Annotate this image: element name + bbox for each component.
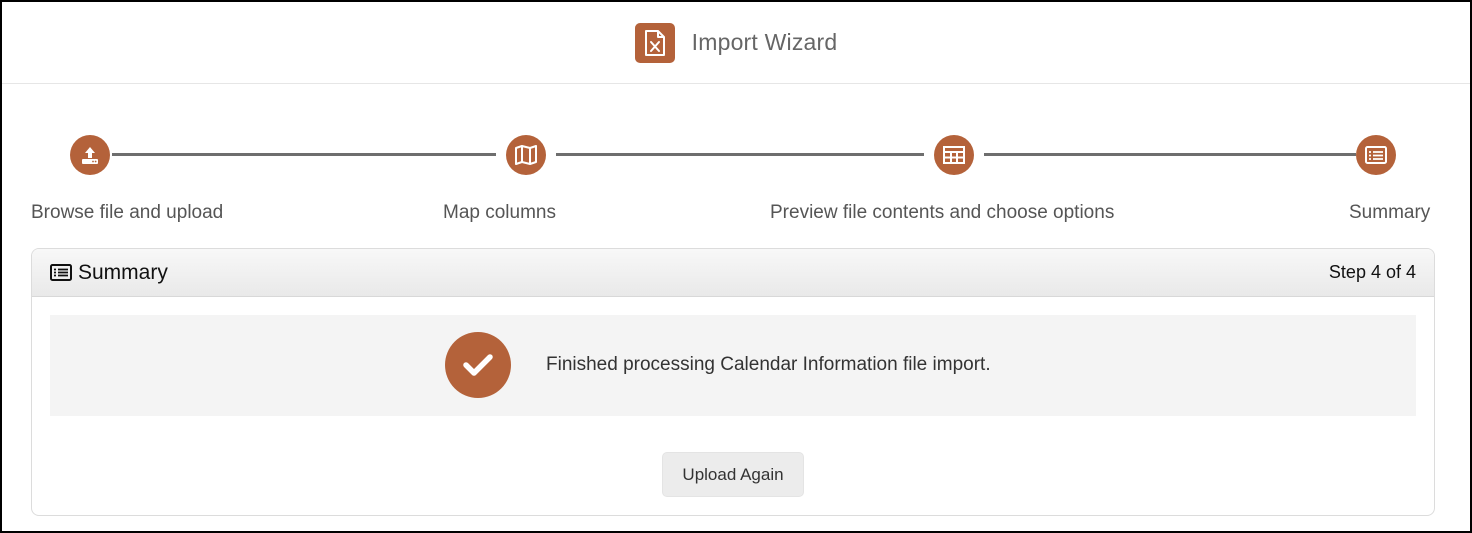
list-icon	[1365, 146, 1387, 164]
summary-panel: Summary Step 4 of 4 Finished processing …	[31, 248, 1435, 516]
check-circle-icon	[445, 332, 511, 398]
result-message-box: Finished processing Calendar Information…	[50, 315, 1416, 416]
upload-icon	[82, 147, 98, 164]
step-label-preview-options: Preview file contents and choose options	[770, 202, 1115, 223]
table-icon	[943, 146, 965, 164]
panel-title: Summary	[78, 260, 168, 284]
step-browse-upload[interactable]	[70, 135, 110, 175]
page-title: Import Wizard	[691, 29, 838, 55]
step-connector	[984, 153, 1356, 156]
step-connector	[112, 153, 496, 156]
result-message: Finished processing Calendar Information…	[546, 354, 991, 375]
step-connector	[556, 153, 924, 156]
map-icon	[515, 145, 537, 165]
excel-file-icon	[634, 22, 675, 63]
upload-again-button[interactable]: Upload Again	[662, 452, 804, 497]
wizard-header: Import Wizard	[2, 2, 1470, 84]
step-preview-options[interactable]	[934, 135, 974, 175]
summary-panel-header: Summary Step 4 of 4	[32, 249, 1434, 297]
import-wizard-window: Import Wizard Browse file and upload Map…	[0, 0, 1472, 533]
step-label-browse-upload: Browse file and upload	[31, 202, 224, 223]
step-map-columns[interactable]	[506, 135, 546, 175]
step-label-map-columns: Map columns	[443, 202, 556, 223]
list-icon	[50, 264, 72, 281]
step-indicator: Step 4 of 4	[1328, 262, 1416, 282]
step-label-summary: Summary	[1349, 202, 1431, 223]
step-summary[interactable]	[1356, 135, 1396, 175]
